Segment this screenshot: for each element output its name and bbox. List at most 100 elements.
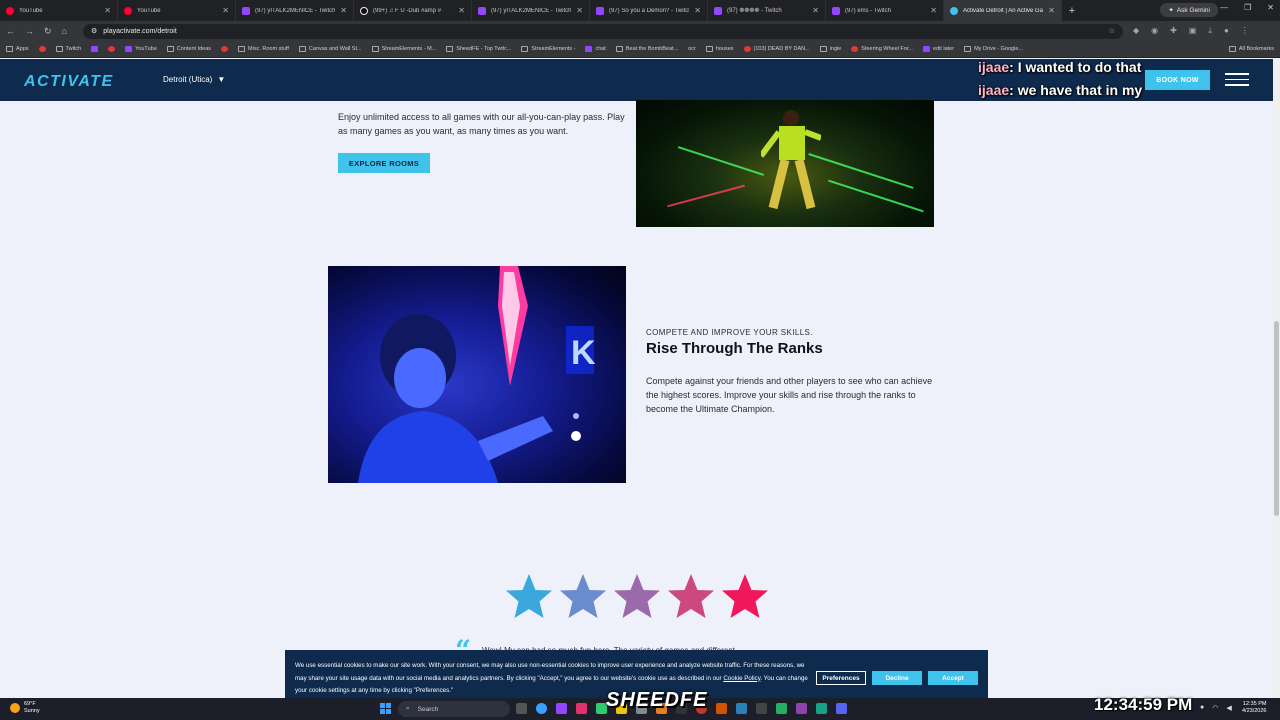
new-tab-button[interactable]: + <box>1062 5 1082 17</box>
bookmark-item[interactable]: Canvas and Wall St... <box>298 46 362 52</box>
bookmark-item[interactable] <box>221 46 229 52</box>
system-clock[interactable]: 12:35 PM 4/23/2026 <box>1242 701 1266 715</box>
neon-player-photo <box>636 100 934 227</box>
browser-tab[interactable]: (97) yITALK2MENICE - Twitch ✕ <box>472 0 590 21</box>
photo-illustration: K <box>358 266 596 483</box>
scrollbar-thumb[interactable] <box>1274 321 1279 516</box>
bookmark-item[interactable] <box>91 46 99 52</box>
close-tab-icon[interactable]: ✕ <box>812 6 819 15</box>
explore-rooms-button[interactable]: EXPLORE ROOMS <box>338 153 430 173</box>
bookmark-item[interactable] <box>108 46 116 52</box>
all-bookmarks[interactable]: All Bookmarks <box>1228 46 1274 52</box>
bookmark-item[interactable]: houses <box>705 46 734 52</box>
close-tab-icon[interactable]: ✕ <box>222 6 229 15</box>
download-icon[interactable]: ⤓ <box>1208 26 1212 36</box>
bookmark-star-icon[interactable]: ☆ <box>1109 27 1115 35</box>
app-icon[interactable] <box>816 703 827 714</box>
bookmark-item[interactable] <box>38 46 46 52</box>
bookmark-item[interactable]: ocr <box>688 46 696 52</box>
bookmark-item[interactable]: My Drive - Google... <box>964 46 1023 52</box>
browser-tab[interactable]: YouTube ✕ <box>0 0 118 21</box>
wifi-icon[interactable]: ◠ <box>1212 704 1218 712</box>
puzzle-icon[interactable]: ✚ <box>1170 26 1177 36</box>
accept-button[interactable]: Accept <box>928 671 978 685</box>
site-info-icon[interactable]: ⚙ <box>91 27 97 35</box>
cookie-policy-link[interactable]: Cookie Policy <box>723 675 760 682</box>
home-icon[interactable]: ⌂ <box>62 26 67 36</box>
app-icon[interactable] <box>776 703 787 714</box>
bookmark-item[interactable]: Twitch <box>55 46 81 52</box>
minimize-icon[interactable]: — <box>1220 3 1228 12</box>
twitch-icon <box>714 6 722 15</box>
bookmark-item[interactable]: YouTube <box>125 46 157 52</box>
bookmark-item[interactable]: Content Ideas <box>166 46 211 52</box>
browser-tab[interactable]: (99+) ♫ F U -Dub #amp # ✕ <box>354 0 472 21</box>
close-window-icon[interactable]: ✕ <box>1267 3 1274 12</box>
sidebar-icon[interactable]: ▣ <box>1189 26 1197 36</box>
app-icon[interactable] <box>716 703 727 714</box>
reload-icon[interactable]: ↻ <box>44 26 52 37</box>
profile-avatar[interactable]: ● <box>1224 26 1229 36</box>
bookmark-item[interactable]: (103) DEAD BY DAN... <box>743 46 810 52</box>
discord-icon[interactable] <box>836 703 847 714</box>
bookmark-item[interactable]: Beat the BombBeat... <box>615 46 678 52</box>
close-tab-icon[interactable]: ✕ <box>576 6 583 15</box>
hamburger-menu-icon[interactable] <box>1225 73 1249 90</box>
chrome-icon[interactable] <box>536 703 547 714</box>
file-explorer-icon[interactable] <box>516 703 527 714</box>
game-icon <box>743 46 751 52</box>
close-tab-icon[interactable]: ✕ <box>458 6 465 15</box>
browser-tab-bar: YouTube ✕ YouTube ✕ (97) yITALK2MENICE - T… <box>0 0 1280 21</box>
close-tab-icon[interactable]: ✕ <box>104 6 111 15</box>
twitch-icon[interactable] <box>556 703 567 714</box>
kebab-menu-icon[interactable]: ⋮ <box>1241 26 1249 36</box>
activate-logo[interactable]: ACTIVATE <box>24 73 114 91</box>
instagram-icon[interactable] <box>576 703 587 714</box>
bookmark-item[interactable]: edit later <box>922 46 954 52</box>
bookmark-item[interactable]: Apps <box>6 46 29 52</box>
browser-tab-active[interactable]: Activate Detroit | An Active Ga ✕ <box>944 0 1062 21</box>
ask-gemini-button[interactable]: ✦ Ask Gemini <box>1160 3 1218 17</box>
instagram-icon <box>221 46 229 52</box>
location-selector[interactable]: Detroit (Utica) ▼ <box>163 75 225 84</box>
laser-beam <box>828 179 924 212</box>
back-icon[interactable]: ← <box>6 26 15 36</box>
book-now-button[interactable]: BOOK NOW <box>1145 70 1210 90</box>
close-tab-icon[interactable]: ✕ <box>1048 6 1055 15</box>
app-icon[interactable] <box>736 703 747 714</box>
bookmark-item[interactable]: ingle <box>819 46 841 52</box>
close-tab-icon[interactable]: ✕ <box>930 6 937 15</box>
maximize-icon[interactable]: ❐ <box>1244 3 1251 12</box>
bookmark-item[interactable]: StreamElements - M... <box>371 46 436 52</box>
mic-icon[interactable]: ● <box>1200 704 1204 712</box>
volume-icon[interactable]: ◀ <box>1226 704 1231 712</box>
close-tab-icon[interactable]: ✕ <box>694 6 701 15</box>
bookmark-item[interactable]: SheedFE - Top Twitc... <box>446 46 511 52</box>
app-icon[interactable] <box>756 703 767 714</box>
extension-icon[interactable]: ◉ <box>1151 26 1158 36</box>
taskbar-search[interactable]: ⌕ Search <box>398 701 510 717</box>
weather-widget[interactable]: 69°F Sunny <box>10 701 40 715</box>
close-tab-icon[interactable]: ✕ <box>340 6 347 15</box>
url-input[interactable]: ⚙ playactivate.com/detroit ☆ <box>82 23 1123 39</box>
twitch-icon <box>596 6 604 15</box>
star-icon <box>614 574 660 618</box>
browser-tab[interactable]: (97) ems - Twitch ✕ <box>826 0 944 21</box>
forward-icon[interactable]: → <box>25 26 34 36</box>
bookmark-item[interactable]: Misc. Room stuff <box>238 46 289 52</box>
bookmark-item[interactable]: chat <box>585 46 606 52</box>
browser-tab[interactable]: YouTube ✕ <box>118 0 236 21</box>
intro-text: Enjoy unlimited access to all games with… <box>338 112 625 136</box>
decline-button[interactable]: Decline <box>872 671 922 685</box>
bookmark-item[interactable]: StreamElements - <box>521 46 575 52</box>
bookmark-item[interactable]: Steering Wheel For... <box>851 46 913 52</box>
windows-start-icon[interactable] <box>380 703 391 714</box>
browser-tab[interactable]: (97) ❁❁❁❁ - Twitch ✕ <box>708 0 826 21</box>
browser-tab[interactable]: (97) yITALK2MENICE - Twitch ✕ <box>236 0 354 21</box>
preferences-button[interactable]: Preferences <box>816 671 866 685</box>
page-scrollbar[interactable] <box>1273 59 1280 699</box>
cookie-text: We use essential cookies to make our sit… <box>295 662 808 694</box>
app-icon[interactable] <box>796 703 807 714</box>
extension-icon[interactable]: ◆ <box>1133 26 1139 36</box>
browser-tab[interactable]: (97) So you a Demon? - Twitch ✕ <box>590 0 708 21</box>
